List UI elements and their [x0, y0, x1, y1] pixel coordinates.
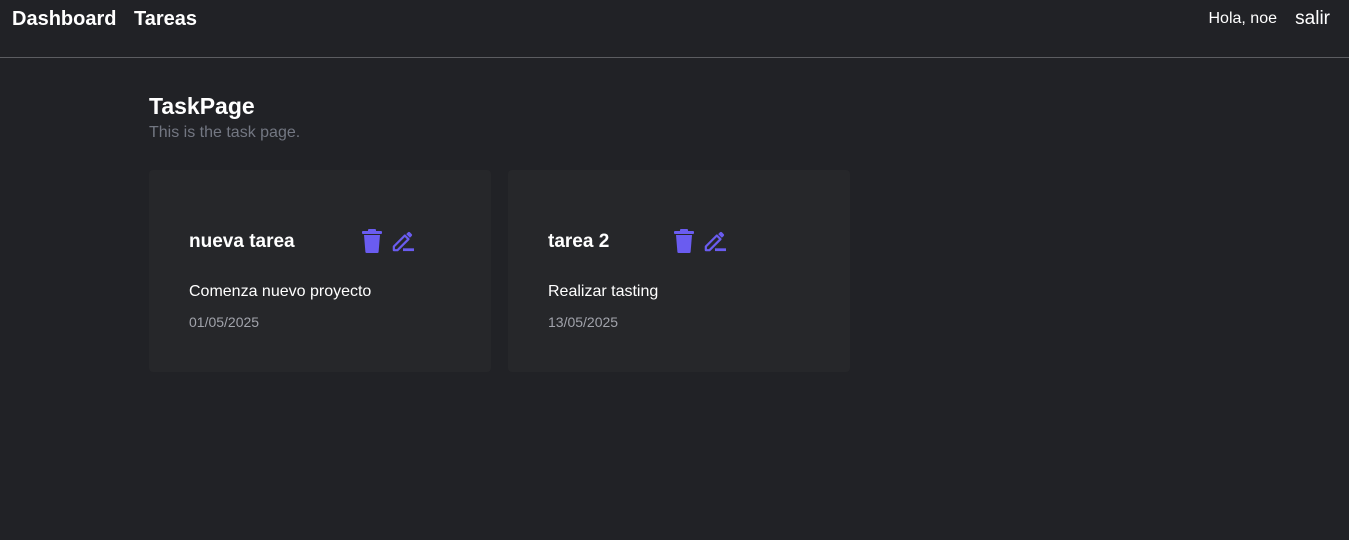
page-title: TaskPage: [149, 93, 255, 119]
edit-icon[interactable]: [392, 229, 414, 253]
trash-icon[interactable]: [673, 229, 695, 253]
task-title: tarea 2: [548, 231, 610, 252]
page-subtitle: This is the task page.: [149, 124, 301, 141]
nav-link-tareas[interactable]: Tareas: [134, 8, 197, 30]
task-date: 01/05/2025: [189, 314, 260, 330]
task-description: Comenza nuevo proyecto: [189, 283, 372, 300]
navbar: Dashboard Tareas Hola, noe salir: [0, 0, 1349, 58]
nav-link-dashboard[interactable]: Dashboard: [12, 8, 116, 30]
task-title: nueva tarea: [189, 231, 295, 252]
task-description: Realizar tasting: [548, 283, 659, 300]
user-greeting: Hola, noe: [1208, 10, 1278, 27]
task-card: tarea 2 Realizar tasting 13/05/2025: [508, 170, 850, 372]
edit-icon[interactable]: [704, 229, 726, 253]
task-card: nueva tarea Comenza nuevo proyecto 01/05…: [149, 170, 491, 372]
task-actions: [361, 229, 414, 253]
trash-icon[interactable]: [361, 229, 383, 253]
logout-link[interactable]: salir: [1295, 9, 1330, 29]
task-actions: [673, 229, 726, 253]
task-date: 13/05/2025: [548, 314, 619, 330]
